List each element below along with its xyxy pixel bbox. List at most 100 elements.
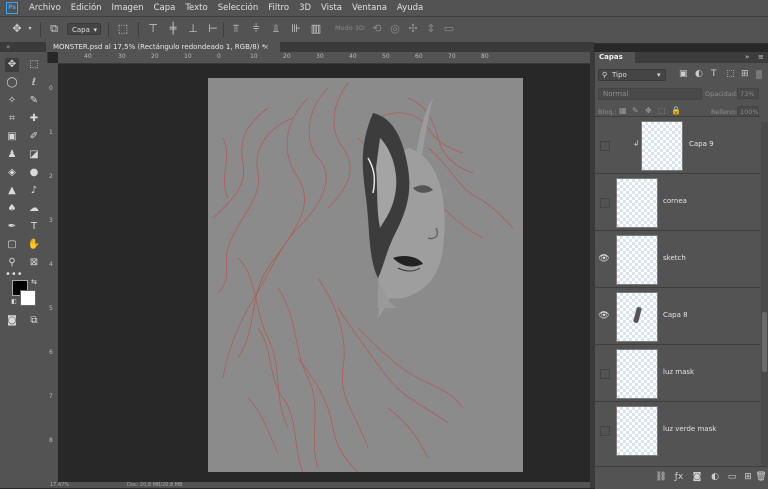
eye-icon[interactable]: 👁 bbox=[598, 253, 610, 265]
blur-tool-icon[interactable]: ● bbox=[27, 166, 41, 180]
layer-row[interactable]: ↲ Capa 9 bbox=[595, 116, 760, 174]
document-tab[interactable]: MONSTER.psd al 17,5% (Rectángulo redonde… bbox=[46, 42, 280, 52]
layer-row[interactable]: luz mask bbox=[595, 344, 760, 402]
hand-tool-icon[interactable]: ✋ bbox=[27, 238, 41, 252]
layer-name[interactable]: luz verde mask bbox=[663, 425, 716, 433]
healing-brush-icon[interactable]: ✚ bbox=[27, 112, 41, 126]
visibility-toggle-empty[interactable] bbox=[600, 369, 610, 379]
artboard-tool-icon[interactable]: ⬚ bbox=[27, 58, 41, 72]
filter-type-icon[interactable]: T bbox=[711, 69, 717, 79]
menu-seleccion[interactable]: Selección bbox=[213, 3, 264, 13]
filter-shape-icon[interactable]: ⬚ bbox=[726, 69, 735, 79]
quick-mask-icon[interactable]: ◙ bbox=[5, 314, 19, 328]
menu-vista[interactable]: Vista bbox=[316, 3, 347, 13]
distribute-vcenter-icon[interactable]: ⫩ bbox=[249, 22, 263, 36]
canvas-workspace[interactable] bbox=[58, 64, 590, 488]
collapse-arrows-icon[interactable]: » bbox=[6, 42, 10, 52]
eraser-tool-icon[interactable]: ◪ bbox=[27, 148, 41, 162]
layer-row[interactable]: cornea bbox=[595, 173, 760, 231]
scrollbar-thumb[interactable] bbox=[762, 312, 767, 372]
menu-capa[interactable]: Capa bbox=[149, 3, 181, 13]
visibility-toggle-empty[interactable] bbox=[600, 198, 610, 208]
path-selection-icon[interactable]: ▢ bbox=[5, 238, 19, 252]
menu-ventana[interactable]: Ventana bbox=[347, 3, 392, 13]
visibility-toggle-empty[interactable] bbox=[600, 426, 610, 436]
layer-name[interactable]: Capa 9 bbox=[689, 140, 714, 148]
align-bottom-icon[interactable]: ⊥ bbox=[186, 22, 200, 36]
tab-layers[interactable]: Capas bbox=[595, 52, 635, 63]
default-colors-icon[interactable]: ◧ bbox=[10, 298, 18, 306]
photoshop-logo-icon[interactable]: Ps bbox=[6, 2, 18, 14]
filter-pixel-icon[interactable]: ▣ bbox=[679, 69, 688, 79]
opacity-input[interactable]: 73% bbox=[737, 88, 759, 99]
align-top-icon[interactable]: ⊤ bbox=[146, 22, 160, 36]
document-canvas[interactable] bbox=[208, 78, 523, 472]
layers-scrollbar[interactable] bbox=[761, 122, 768, 488]
trash-icon[interactable]: 🗑 bbox=[755, 471, 767, 483]
edit-toolbar-icon[interactable]: ••• bbox=[5, 270, 23, 280]
pen-tool-icon[interactable]: ♠ bbox=[5, 202, 19, 216]
path-tool-icon[interactable]: ✒ bbox=[5, 220, 19, 234]
move-tool-icon[interactable]: ✥ bbox=[10, 22, 24, 36]
elliptical-marquee-icon[interactable]: ◯ bbox=[5, 76, 19, 90]
clone-stamp-icon[interactable]: ♟ bbox=[5, 148, 19, 162]
filter-adjustment-icon[interactable]: ◐ bbox=[695, 69, 703, 79]
3d-object-icon[interactable]: ⊠ bbox=[27, 256, 41, 270]
menu-3d[interactable]: 3D bbox=[294, 3, 316, 13]
layer-row[interactable]: 👁 sketch bbox=[595, 230, 760, 288]
frame-tool-icon[interactable]: ▣ bbox=[5, 130, 19, 144]
layer-name[interactable]: Capa 8 bbox=[663, 311, 688, 319]
dodge-tool-icon[interactable]: ♪ bbox=[27, 184, 41, 198]
swap-colors-icon[interactable]: ⇆ bbox=[30, 278, 38, 286]
menu-ayuda[interactable]: Ayuda bbox=[392, 3, 428, 13]
link-layers-icon[interactable]: ⛓ bbox=[655, 471, 667, 483]
menu-texto[interactable]: Texto bbox=[180, 3, 212, 13]
lock-image-icon[interactable]: ✎ bbox=[632, 106, 639, 115]
3d-roll-icon[interactable]: ◎ bbox=[388, 22, 402, 36]
zoom-level[interactable]: 17,47% bbox=[50, 482, 69, 488]
layer-name[interactable]: cornea bbox=[663, 197, 687, 205]
lock-transparent-icon[interactable]: ▦ bbox=[619, 106, 627, 115]
move-tool-icon[interactable]: ✥ bbox=[5, 58, 19, 72]
collapse-icon[interactable]: » bbox=[745, 52, 749, 63]
add-mask-icon[interactable]: ◙ bbox=[691, 471, 703, 483]
layer-name[interactable]: luz mask bbox=[663, 368, 694, 376]
menu-edicion[interactable]: Edición bbox=[66, 3, 107, 13]
layer-filter-dropdown[interactable]: ⚲ Tipo ▾ bbox=[598, 69, 666, 81]
blend-mode-dropdown[interactable]: Normal bbox=[598, 88, 702, 100]
adjustment-layer-icon[interactable]: ◐ bbox=[709, 471, 721, 483]
background-color-swatch[interactable] bbox=[20, 290, 36, 306]
menu-filtro[interactable]: Filtro bbox=[263, 3, 294, 13]
auto-select-checkbox-icon[interactable]: ⧉ bbox=[47, 22, 61, 36]
lock-artboard-icon[interactable]: ⬚ bbox=[658, 106, 666, 115]
new-layer-icon[interactable]: ⊞ bbox=[742, 471, 754, 483]
screen-mode-icon[interactable]: ⧉ bbox=[27, 314, 41, 328]
magic-wand-icon[interactable]: ✧ bbox=[5, 94, 19, 108]
paint-bucket-icon[interactable]: ◈ bbox=[5, 166, 19, 180]
layer-row[interactable]: 👁 Capa 8 bbox=[595, 287, 760, 345]
3d-scale-icon[interactable]: ▭ bbox=[442, 22, 456, 36]
auto-align-icon[interactable]: ▥ bbox=[309, 22, 323, 36]
chevron-down-icon[interactable]: ▾ bbox=[26, 22, 34, 36]
smudge-tool-icon[interactable]: ☁ bbox=[27, 202, 41, 216]
align-left-icon[interactable]: ⊢ bbox=[206, 22, 220, 36]
filter-smart-object-icon[interactable]: ⊞ bbox=[741, 69, 749, 79]
3d-slide-icon[interactable]: ⇕ bbox=[424, 22, 438, 36]
close-icon[interactable]: × bbox=[263, 42, 269, 52]
menu-imagen[interactable]: Imagen bbox=[107, 3, 149, 13]
3d-drag-icon[interactable]: ✣ bbox=[406, 22, 420, 36]
panel-menu-icon[interactable]: ≡ bbox=[758, 52, 764, 63]
3d-rotate-icon[interactable]: ⟲ bbox=[370, 22, 384, 36]
lock-all-icon[interactable]: 🔒 bbox=[671, 106, 681, 115]
transform-controls-icon[interactable]: ⬚ bbox=[116, 22, 130, 36]
layer-style-icon[interactable]: ƒx bbox=[673, 471, 685, 483]
layer-row[interactable]: luz verde mask bbox=[595, 401, 760, 459]
visibility-toggle-empty[interactable] bbox=[600, 141, 610, 151]
brush-tool-icon[interactable]: ✐ bbox=[27, 130, 41, 144]
lasso-tool-icon[interactable]: ℓ bbox=[27, 76, 41, 90]
sharpen-tool-icon[interactable]: ▲ bbox=[5, 184, 19, 198]
lock-position-icon[interactable]: ✥ bbox=[645, 106, 652, 115]
eye-icon[interactable]: 👁 bbox=[598, 310, 610, 322]
type-tool-icon[interactable]: T bbox=[27, 220, 41, 234]
align-vcenter-icon[interactable]: ╪ bbox=[166, 22, 180, 36]
